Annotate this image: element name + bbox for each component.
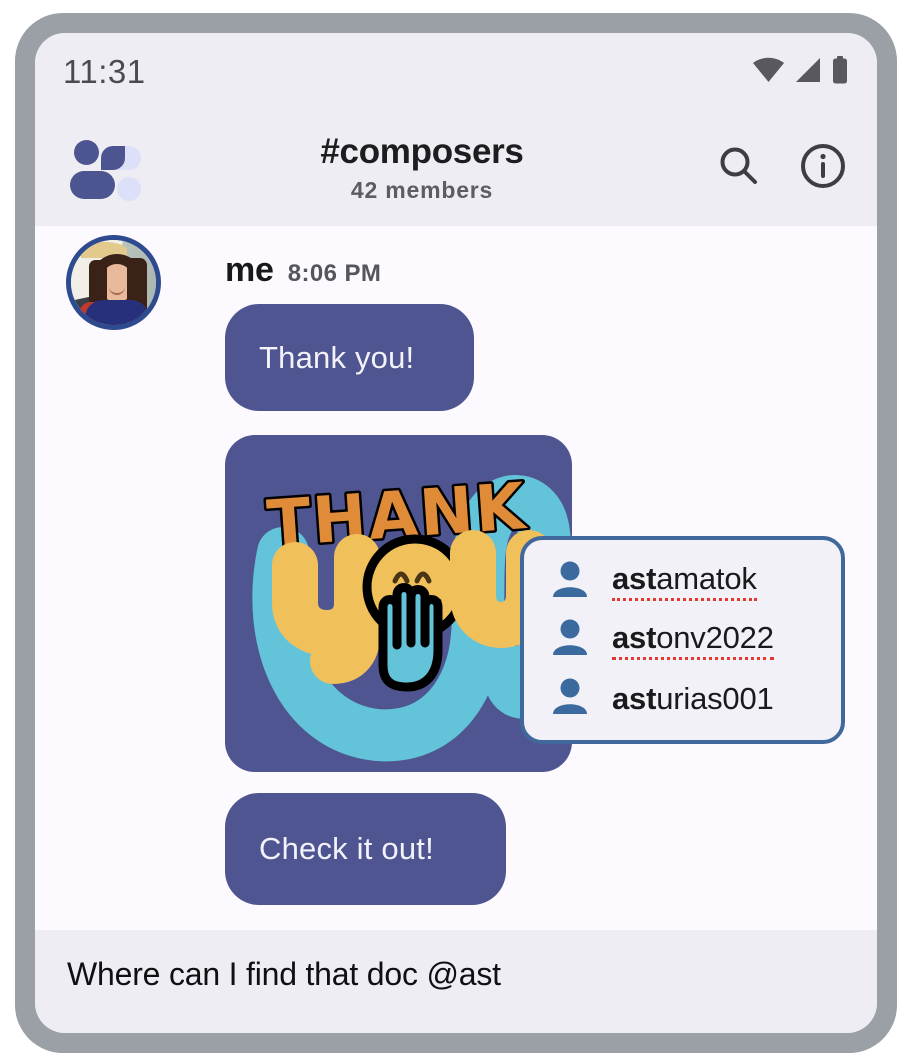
mention-rest: onv2022	[656, 619, 774, 655]
mention-suggestion-item[interactable]: astonv2022	[524, 611, 841, 669]
mention-prefix: ast	[612, 619, 657, 655]
status-bar-icons	[752, 55, 849, 89]
message-input-field[interactable]: Where can I find that doc @ast	[67, 956, 877, 993]
mention-suggestion-label: astamatok	[612, 561, 757, 602]
logo-shape-dot	[74, 139, 99, 165]
message-author: me	[225, 251, 274, 289]
message-bubble[interactable]: Check it out!	[225, 793, 506, 905]
app-logo-icon[interactable]	[69, 138, 141, 201]
mention-suggestion-label: astonv2022	[612, 620, 774, 660]
mention-autocomplete-dropdown[interactable]: astamatok astonv2022 asturias001	[520, 536, 845, 744]
person-icon	[550, 559, 590, 604]
logo-shape-leaf	[101, 145, 125, 170]
channel-member-count: 42 members	[350, 176, 494, 203]
avatar[interactable]	[66, 235, 161, 330]
phone-frame: 11:31 #composers 42 members me 8:06 PM T…	[15, 13, 897, 1053]
mention-prefix: ast	[612, 680, 657, 716]
phone-screen: 11:31 #composers 42 members me 8:06 PM T…	[35, 33, 877, 1033]
wifi-icon	[752, 57, 785, 88]
avatar-photo-detail	[85, 300, 149, 325]
mention-suggestion-item[interactable]: asturias001	[524, 670, 841, 728]
message-input-bar[interactable]: Where can I find that doc @ast	[35, 930, 877, 1033]
channel-header: #composers 42 members	[35, 111, 877, 226]
mention-rest: amatok	[656, 561, 757, 597]
person-icon	[550, 676, 590, 721]
channel-title: #composers	[320, 132, 524, 172]
status-bar: 11:31	[35, 33, 877, 111]
mention-rest: urias001	[656, 680, 774, 716]
person-icon	[550, 617, 590, 662]
logo-shape-pill-dark	[70, 170, 115, 199]
message-bubble[interactable]: Thank you!	[225, 304, 474, 411]
mention-prefix: ast	[612, 561, 657, 597]
message-timestamp: 8:06 PM	[287, 260, 382, 287]
battery-icon	[831, 55, 849, 89]
info-icon[interactable]	[799, 142, 847, 195]
mention-suggestion-label: asturias001	[612, 681, 774, 717]
mention-suggestion-item[interactable]: astamatok	[524, 552, 841, 610]
message-meta: me 8:06 PM	[225, 251, 381, 290]
logo-shape-dot-light	[117, 176, 141, 201]
status-bar-clock: 11:31	[63, 53, 146, 90]
search-icon[interactable]	[717, 144, 761, 193]
cellular-signal-icon	[794, 57, 822, 88]
header-titles: #composers 42 members	[127, 133, 717, 204]
header-actions	[717, 142, 855, 195]
